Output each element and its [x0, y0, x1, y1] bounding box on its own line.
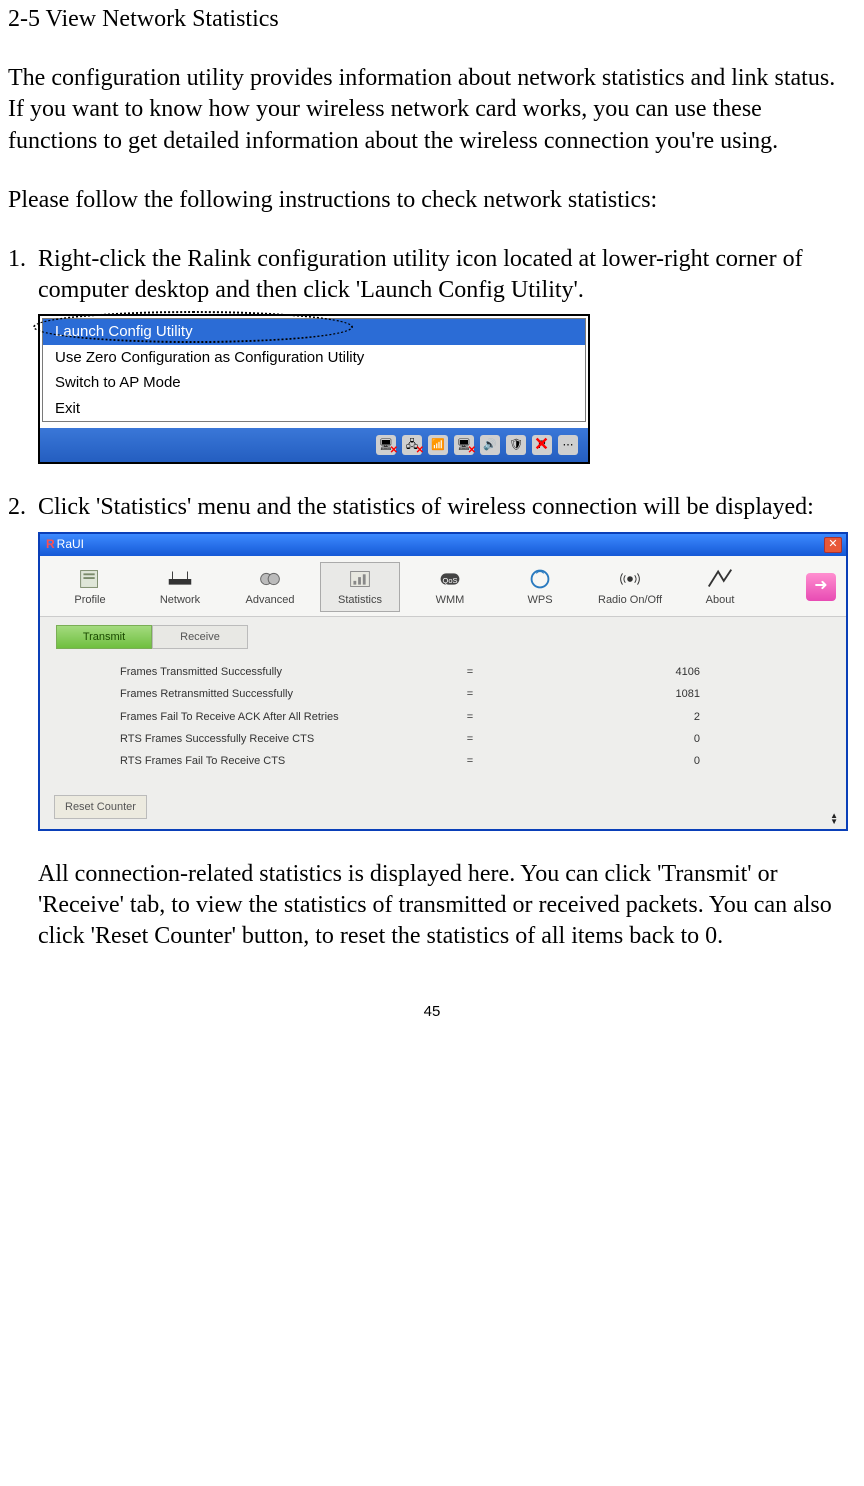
stat-label: Frames Retransmitted Successfully [120, 687, 420, 701]
tray-icon[interactable]: 🔊 [480, 435, 500, 455]
toolbar-radio[interactable]: Radio On/Off [590, 562, 670, 612]
scroll-carets-icon[interactable]: ▲▼ [830, 813, 838, 825]
toolbar-label: About [706, 593, 735, 607]
tray-icon[interactable]: 🖧 [402, 435, 422, 455]
close-button[interactable]: ✕ [824, 537, 842, 553]
table-row: Frames Fail To Receive ACK After All Ret… [120, 706, 806, 728]
stat-label: RTS Frames Successfully Receive CTS [120, 732, 420, 746]
stat-value: 1081 [520, 687, 700, 701]
step-2-text: Click 'Statistics' menu and the statisti… [38, 492, 856, 523]
toolbar-network[interactable]: Network [140, 562, 220, 612]
stat-value: 0 [520, 754, 700, 768]
subtab-transmit[interactable]: Transmit [56, 625, 152, 649]
stat-value: 2 [520, 710, 700, 724]
context-menu: Launch Config Utility Use Zero Configura… [42, 318, 586, 422]
table-row: Frames Retransmitted Successfully = 1081 [120, 683, 806, 705]
subtabs: TransmitReceive [40, 617, 846, 653]
tray-icon[interactable]: 🛡 [506, 435, 526, 455]
toolbar-label: Profile [74, 593, 105, 607]
instructions-lead: Please follow the following instructions… [8, 185, 856, 216]
equals-sign: = [420, 710, 520, 724]
screenshot-context-menu: Launch Config Utility Use Zero Configura… [38, 314, 856, 464]
tray-icon[interactable]: 🖥 [454, 435, 474, 455]
tray-icon[interactable]: 📶 [428, 435, 448, 455]
toolbar-advanced[interactable]: Advanced [230, 562, 310, 612]
menu-item-launch[interactable]: Launch Config Utility [43, 319, 585, 345]
wmm-icon: QoS [435, 567, 465, 591]
step-1-number: 1. [8, 244, 38, 306]
equals-sign: = [420, 754, 520, 768]
toolbar-label: Radio On/Off [598, 593, 662, 607]
toolbar-next-arrow[interactable]: ➜ [806, 573, 836, 601]
table-row: RTS Frames Successfully Receive CTS = 0 [120, 728, 806, 750]
toolbar-statistics[interactable]: Statistics [320, 562, 400, 612]
toolbar-about[interactable]: About [680, 562, 760, 612]
toolbar-profile[interactable]: Profile [50, 562, 130, 612]
equals-sign: = [420, 732, 520, 746]
intro-paragraph: The configuration utility provides infor… [8, 63, 856, 157]
stat-value: 4106 [520, 665, 700, 679]
step-2: 2. Click 'Statistics' menu and the stati… [8, 492, 856, 523]
tray-icon[interactable]: ⋯ [558, 435, 578, 455]
statistics-icon [345, 567, 375, 591]
equals-sign: = [420, 687, 520, 701]
system-tray: 🖥 🖧 📶 🖥 🔊 🛡 R✕ ⋯ [40, 428, 588, 462]
subtab-receive[interactable]: Receive [152, 625, 248, 649]
window-title: RRaUI [46, 537, 84, 553]
page-number: 45 [8, 1002, 856, 1022]
network-icon [165, 567, 195, 591]
tray-icon-ralink[interactable]: R✕ [532, 435, 552, 455]
stat-label: Frames Transmitted Successfully [120, 665, 420, 679]
stat-label: Frames Fail To Receive ACK After All Ret… [120, 710, 420, 724]
menu-item-exit[interactable]: Exit [43, 396, 585, 422]
toolbar: Profile Network Advanced Statistics QoS … [40, 556, 846, 617]
reset-counter-button[interactable]: Reset Counter [54, 795, 147, 819]
toolbar-label: Statistics [338, 593, 382, 607]
radio-icon [615, 567, 645, 591]
tray-icon[interactable]: 🖥 [376, 435, 396, 455]
toolbar-label: WMM [436, 593, 465, 607]
menu-item-label: Launch Config Utility [55, 323, 193, 340]
profile-icon [75, 567, 105, 591]
step-1: 1. Right-click the Ralink configuration … [8, 244, 856, 306]
after-paragraph: All connection-related statistics is dis… [8, 859, 856, 953]
screenshot-statistics-window: RRaUI ✕ Profile Network Advanced Statist… [38, 532, 856, 831]
toolbar-label: WPS [527, 593, 552, 607]
toolbar-wps[interactable]: WPS [500, 562, 580, 612]
section-heading: 2-5 View Network Statistics [8, 4, 856, 35]
stat-label: RTS Frames Fail To Receive CTS [120, 754, 420, 768]
wps-icon [525, 567, 555, 591]
table-row: Frames Transmitted Successfully = 4106 [120, 661, 806, 683]
toolbar-label: Advanced [246, 593, 295, 607]
toolbar-wmm[interactable]: QoS WMM [410, 562, 490, 612]
step-2-number: 2. [8, 492, 38, 523]
toolbar-label: Network [160, 593, 200, 607]
equals-sign: = [420, 665, 520, 679]
menu-item-ap-mode[interactable]: Switch to AP Mode [43, 370, 585, 396]
advanced-icon [255, 567, 285, 591]
about-icon [705, 567, 735, 591]
menu-item-zero-config[interactable]: Use Zero Configuration as Configuration … [43, 345, 585, 371]
step-1-text: Right-click the Ralink configuration uti… [38, 244, 856, 306]
svg-text:QoS: QoS [442, 575, 457, 584]
table-row: RTS Frames Fail To Receive CTS = 0 [120, 750, 806, 772]
stat-value: 0 [520, 732, 700, 746]
statistics-table: Frames Transmitted Successfully = 4106 F… [40, 653, 846, 776]
window-titlebar: RRaUI ✕ [40, 534, 846, 556]
